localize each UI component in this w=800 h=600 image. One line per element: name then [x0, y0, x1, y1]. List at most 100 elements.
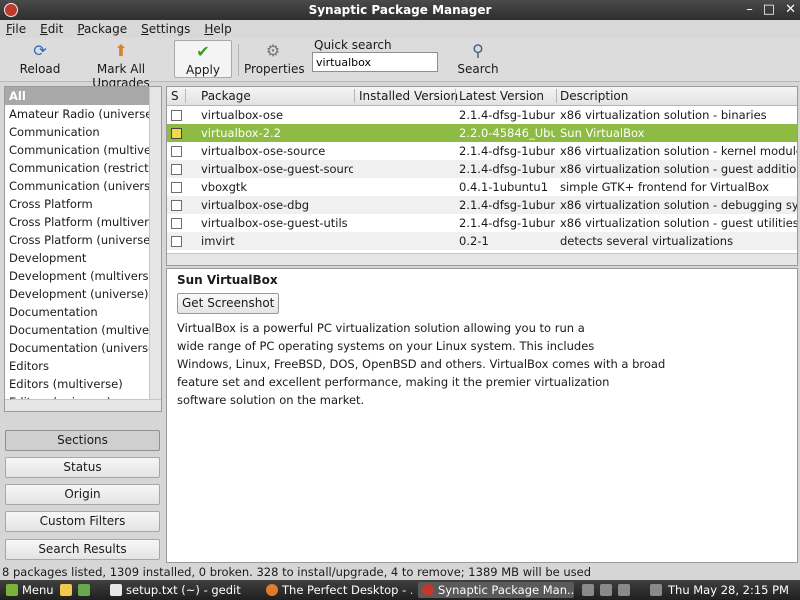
taskbar-item-browser[interactable]: The Perfect Desktop - ...: [262, 582, 412, 598]
menu-package[interactable]: Package: [77, 22, 127, 36]
package-name: imvirt: [201, 234, 235, 248]
quick-search-label: Quick search: [314, 38, 392, 52]
minimize-icon[interactable]: –: [746, 2, 753, 17]
section-item[interactable]: Communication: [5, 123, 161, 141]
section-item[interactable]: Editors: [5, 357, 161, 375]
section-item[interactable]: Documentation: [5, 303, 161, 321]
maximize-icon[interactable]: □: [763, 2, 775, 17]
section-item[interactable]: Editors (multiverse): [5, 375, 161, 393]
section-item[interactable]: Documentation (multiverse): [5, 321, 161, 339]
menu-edit[interactable]: Edit: [40, 22, 63, 36]
header-package[interactable]: Package: [201, 89, 251, 103]
section-item[interactable]: Communication (universe): [5, 177, 161, 195]
description-line: VirtualBox is a powerful PC virtualizati…: [177, 321, 585, 335]
menu-settings[interactable]: Settings: [141, 22, 190, 36]
header-status[interactable]: S: [171, 89, 179, 103]
column-divider: [185, 89, 186, 103]
taskbar-item-synaptic[interactable]: Synaptic Package Man...: [418, 582, 574, 598]
network-icon[interactable]: [582, 584, 594, 596]
package-description: x86 virtualization solution - guest addi…: [560, 162, 797, 176]
section-list-horizontal-scrollbar[interactable]: [5, 399, 161, 411]
window-controls: – □ ✕: [746, 2, 796, 17]
volume-icon[interactable]: [600, 584, 612, 596]
section-item[interactable]: Development: [5, 249, 161, 267]
status-checkbox[interactable]: [171, 146, 182, 157]
section-item-all[interactable]: All: [5, 87, 161, 105]
section-item[interactable]: Cross Platform (universe): [5, 231, 161, 249]
package-name: virtualbox-2.2: [201, 126, 281, 140]
origin-button[interactable]: Origin: [5, 484, 160, 505]
clock[interactable]: Thu May 28, 2:15 PM: [668, 582, 789, 598]
taskbar: Menu setup.txt (~) - gedit The Perfect D…: [0, 580, 800, 600]
menu-bar: File Edit Package Settings Help: [0, 20, 800, 38]
table-row[interactable]: virtualbox-ose-dbg 2.1.4-dfsg-1ubuntu1 x…: [167, 196, 797, 214]
table-header: S Package Installed Version Latest Versi…: [167, 87, 797, 106]
table-row[interactable]: imvirt 0.2-1 detects several virtualizat…: [167, 232, 797, 250]
table-row-selected[interactable]: virtualbox-2.2 2.2.0-45846_Ubuntu Sun Vi…: [167, 124, 797, 142]
section-item[interactable]: Documentation (universe): [5, 339, 161, 357]
section-item[interactable]: Communication (multiverse): [5, 141, 161, 159]
document-icon: [110, 584, 122, 596]
get-screenshot-button[interactable]: Get Screenshot: [177, 293, 280, 314]
package-table-horizontal-scrollbar[interactable]: [167, 253, 797, 265]
mark-all-upgrades-button[interactable]: ⬆ Mark All Upgrades: [70, 40, 172, 91]
menu-file[interactable]: File: [6, 22, 26, 36]
search-button[interactable]: ⚲ Search: [456, 40, 500, 78]
menu-icon: [6, 584, 18, 596]
package-name: virtualbox-ose-dbg: [201, 198, 310, 212]
section-item[interactable]: Amateur Radio (universe): [5, 105, 161, 123]
section-list-vertical-scrollbar[interactable]: [149, 87, 161, 411]
reload-button[interactable]: ⟳ Reload: [18, 40, 62, 78]
table-row[interactable]: vboxgtk 0.4.1-1ubuntu1 simple GTK+ front…: [167, 178, 797, 196]
status-checkbox[interactable]: [171, 164, 182, 175]
status-checkbox[interactable]: [171, 218, 182, 229]
table-row[interactable]: virtualbox-ose-guest-source 2.1.4-dfsg-1…: [167, 160, 797, 178]
section-item[interactable]: Development (multiverse): [5, 267, 161, 285]
table-row[interactable]: virtualbox-ose-guest-utils 2.1.4-dfsg-1u…: [167, 214, 797, 232]
table-row[interactable]: virtualbox-ose-source 2.1.4-dfsg-1ubuntu…: [167, 142, 797, 160]
header-installed-version[interactable]: Installed Version: [359, 89, 458, 103]
header-latest-version[interactable]: Latest Version: [459, 89, 544, 103]
latest-version: 2.1.4-dfsg-1ubuntu1: [459, 162, 555, 176]
column-divider: [556, 89, 557, 103]
close-icon[interactable]: ✕: [785, 2, 796, 17]
package-description: simple GTK+ frontend for VirtualBox: [560, 180, 770, 194]
menu-button[interactable]: Menu: [2, 582, 56, 598]
section-item[interactable]: Communication (restricted): [5, 159, 161, 177]
task-label: Synaptic Package Man...: [438, 583, 574, 597]
menu-help[interactable]: Help: [204, 22, 231, 36]
latest-version: 0.2-1: [459, 234, 489, 248]
status-checkbox[interactable]: [171, 182, 182, 193]
custom-filters-button[interactable]: Custom Filters: [5, 511, 160, 532]
taskbar-item-gedit[interactable]: setup.txt (~) - gedit: [106, 582, 256, 598]
status-button[interactable]: Status: [5, 457, 160, 478]
terminal-icon[interactable]: [78, 584, 90, 596]
synaptic-icon: [422, 584, 434, 596]
battery-icon[interactable]: [618, 584, 630, 596]
apply-label: Apply: [186, 63, 220, 77]
properties-button[interactable]: ⚙ Properties: [244, 40, 305, 78]
notes-icon[interactable]: [60, 584, 72, 596]
description-line: software solution on the market.: [177, 393, 365, 407]
user-icon[interactable]: [650, 584, 662, 596]
sections-button[interactable]: Sections: [5, 430, 160, 451]
table-row[interactable]: virtualbox-ose 2.1.4-dfsg-1ubuntu1 x86 v…: [167, 106, 797, 124]
menu-label: Menu: [22, 583, 54, 597]
search-results-button[interactable]: Search Results: [5, 539, 160, 560]
toolbar: ⟳ Reload ⬆ Mark All Upgrades ✔ Apply ⚙ P…: [0, 38, 800, 91]
latest-version: 2.1.4-dfsg-1ubuntu1: [459, 216, 555, 230]
header-description[interactable]: Description: [560, 89, 628, 103]
status-checkbox[interactable]: [171, 110, 182, 121]
package-name: virtualbox-ose: [201, 108, 284, 122]
package-description: x86 virtualization solution - guest util…: [560, 216, 798, 230]
status-checkbox[interactable]: [171, 236, 182, 247]
status-checkbox[interactable]: [171, 128, 182, 139]
package-name: virtualbox-ose-guest-utils: [201, 216, 348, 230]
status-checkbox[interactable]: [171, 200, 182, 211]
quick-search-input[interactable]: [312, 52, 438, 72]
apply-button[interactable]: ✔ Apply: [174, 40, 232, 78]
section-item[interactable]: Cross Platform: [5, 195, 161, 213]
section-item[interactable]: Development (universe): [5, 285, 161, 303]
title-bar: Synaptic Package Manager – □ ✕: [0, 0, 800, 20]
section-item[interactable]: Cross Platform (multiverse): [5, 213, 161, 231]
